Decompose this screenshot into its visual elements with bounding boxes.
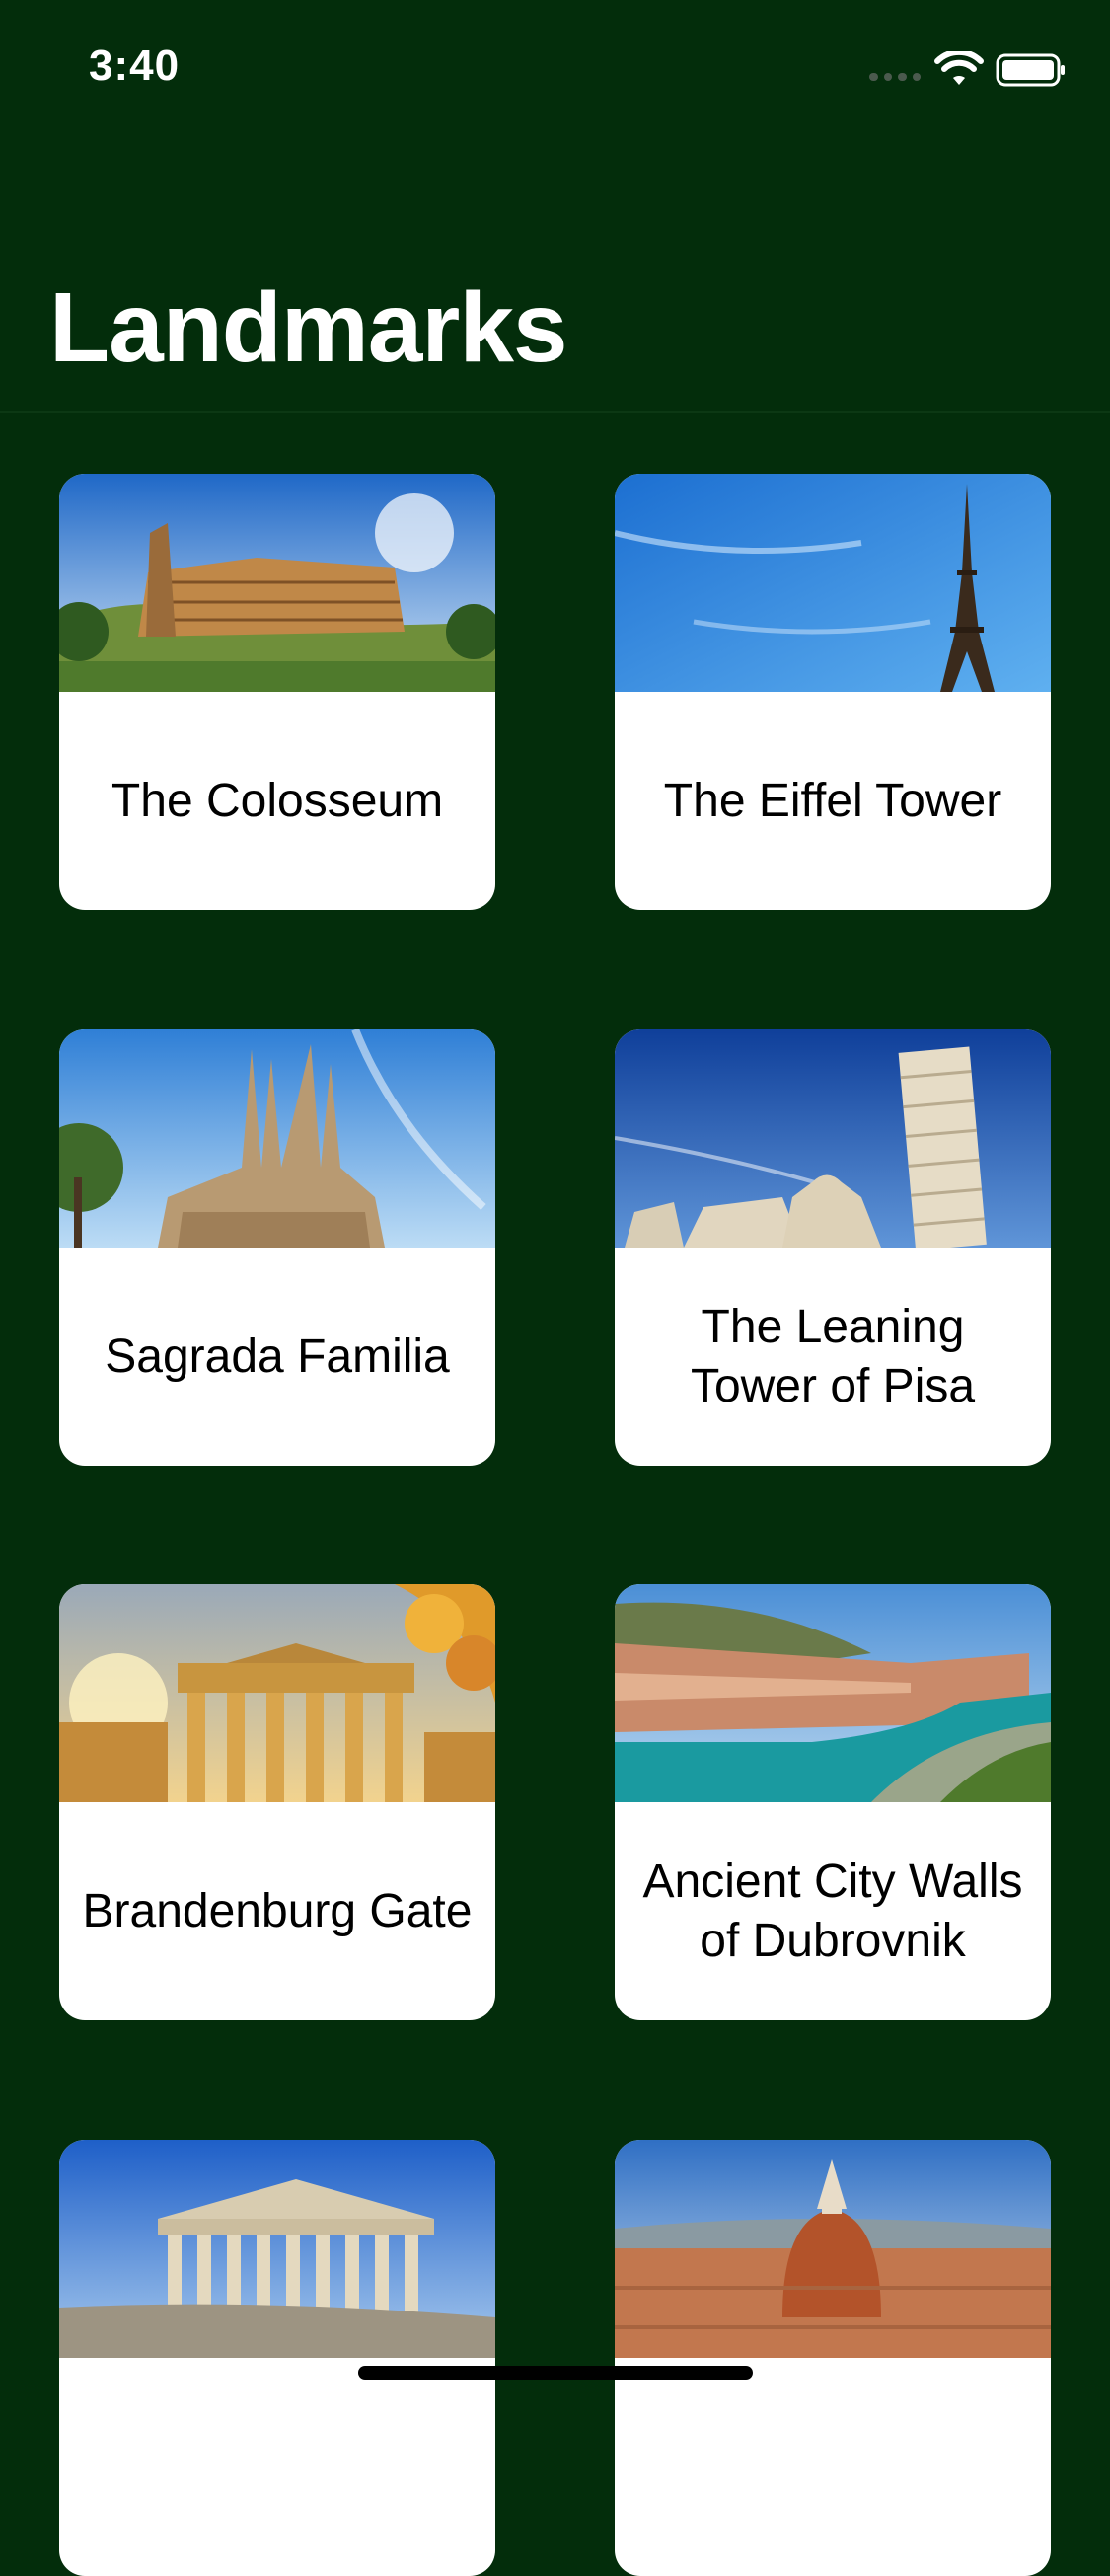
wifi-icon	[934, 51, 984, 85]
landmark-card[interactable]: The Eiffel Tower	[615, 474, 1051, 910]
landmark-image	[59, 2140, 495, 2358]
nav-divider	[0, 411, 1110, 413]
landmark-name: Ancient City Walls of Dubrovnik	[642, 1855, 1023, 1967]
landmark-image	[615, 1029, 1051, 1248]
status-time: 3:40	[89, 41, 181, 90]
status-bar: 3:40	[0, 0, 1110, 138]
battery-icon	[996, 53, 1065, 87]
landmark-name	[79, 2358, 476, 2576]
landmark-card[interactable]: The Colosseum	[59, 474, 495, 910]
landmark-image	[59, 474, 495, 692]
landmark-image	[59, 1584, 495, 1802]
landmark-card[interactable]	[59, 2140, 495, 2576]
landmark-card[interactable]	[615, 2140, 1051, 2576]
landmark-name: The Leaning Tower of Pisa	[690, 1300, 976, 1412]
landmark-card[interactable]: The Leaning Tower of Pisa	[615, 1029, 1051, 1466]
landmark-image	[615, 474, 1051, 692]
landmark-card[interactable]: Brandenburg Gate	[59, 1584, 495, 2020]
landmark-image	[615, 1584, 1051, 1802]
signal-icon	[869, 73, 921, 81]
page-title: Landmarks	[49, 272, 568, 383]
landmark-name: The Eiffel Tower	[663, 774, 1002, 827]
landmark-name: The Colosseum	[111, 774, 444, 827]
landmark-card[interactable]: Ancient City Walls of Dubrovnik	[615, 1584, 1051, 2020]
landmark-name: Brandenburg Gate	[82, 1884, 473, 1937]
home-indicator[interactable]	[358, 2366, 753, 2380]
landmark-image	[615, 2140, 1051, 2358]
landmark-image	[59, 1029, 495, 1248]
landmark-name: Sagrada Familia	[105, 1329, 450, 1383]
landmark-name	[634, 2358, 1031, 2576]
landmark-card[interactable]: Sagrada Familia	[59, 1029, 495, 1466]
